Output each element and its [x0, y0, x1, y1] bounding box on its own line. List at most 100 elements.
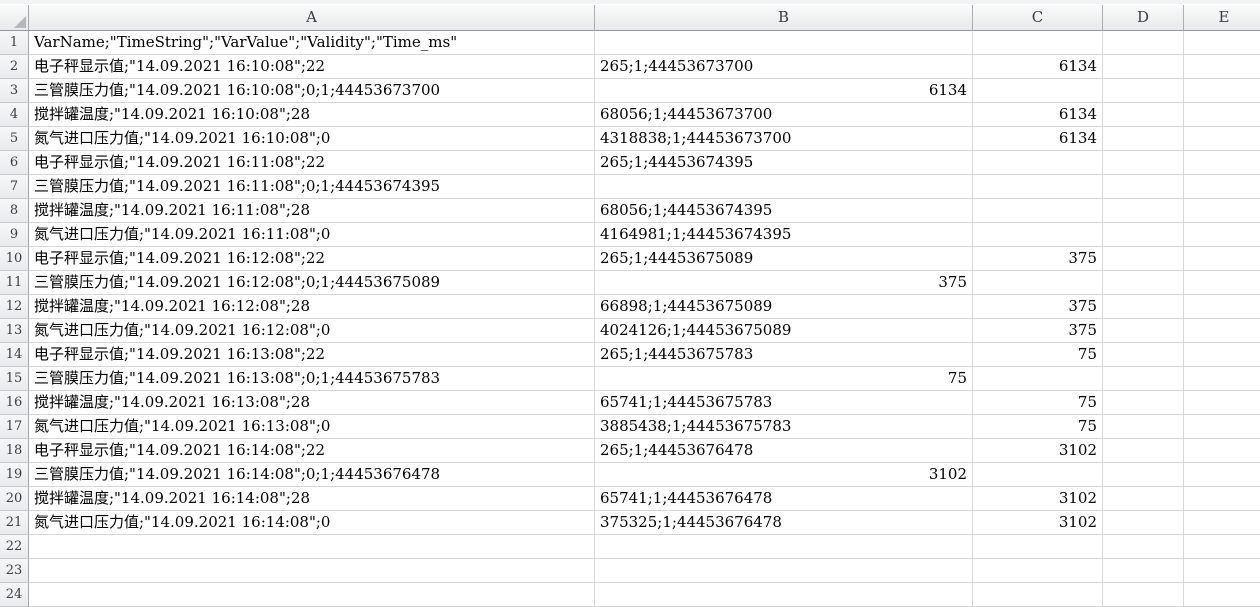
cell-E13[interactable]	[1184, 319, 1260, 343]
cell-D11[interactable]	[1103, 271, 1184, 295]
cell-D1[interactable]	[1103, 31, 1184, 55]
row-header-5[interactable]: 5	[0, 127, 29, 151]
cell-C19[interactable]	[973, 463, 1103, 487]
cell-E6[interactable]	[1184, 151, 1260, 175]
row-header-24[interactable]: 24	[0, 583, 29, 607]
cell-D7[interactable]	[1103, 175, 1184, 199]
cell-B1[interactable]	[595, 31, 973, 55]
cell-A19[interactable]: 三管膜压力值;"14.09.2021 16:14:08";0;1;4445367…	[29, 463, 595, 487]
cell-C1[interactable]	[973, 31, 1103, 55]
cell-A2[interactable]: 电子秤显示值;"14.09.2021 16:10:08";22	[29, 55, 595, 79]
cell-A20[interactable]: 搅拌罐温度;"14.09.2021 16:14:08";28	[29, 487, 595, 511]
cell-A23[interactable]	[29, 559, 595, 583]
cell-B13[interactable]: 4024126;1;44453675089	[595, 319, 973, 343]
column-header-D[interactable]: D	[1103, 5, 1184, 31]
column-header-A[interactable]: A	[29, 5, 595, 31]
row-header-2[interactable]: 2	[0, 55, 29, 79]
cell-C23[interactable]	[973, 559, 1103, 583]
cell-D24[interactable]	[1103, 583, 1184, 607]
cell-C3[interactable]	[973, 79, 1103, 103]
cell-C22[interactable]	[973, 535, 1103, 559]
cell-A11[interactable]: 三管膜压力值;"14.09.2021 16:12:08";0;1;4445367…	[29, 271, 595, 295]
cell-C21[interactable]: 3102	[973, 511, 1103, 535]
cell-A21[interactable]: 氮气进口压力值;"14.09.2021 16:14:08";0	[29, 511, 595, 535]
cell-C9[interactable]	[973, 223, 1103, 247]
cell-B9[interactable]: 4164981;1;44453674395	[595, 223, 973, 247]
select-all-corner[interactable]	[0, 5, 29, 31]
row-header-14[interactable]: 14	[0, 343, 29, 367]
cell-D3[interactable]	[1103, 79, 1184, 103]
cell-E22[interactable]	[1184, 535, 1260, 559]
cell-D6[interactable]	[1103, 151, 1184, 175]
cell-C12[interactable]: 375	[973, 295, 1103, 319]
cell-B21[interactable]: 375325;1;44453676478	[595, 511, 973, 535]
cell-B23[interactable]	[595, 559, 973, 583]
cell-B3[interactable]: 6134	[595, 79, 973, 103]
cell-A4[interactable]: 搅拌罐温度;"14.09.2021 16:10:08";28	[29, 103, 595, 127]
row-header-20[interactable]: 20	[0, 487, 29, 511]
cell-E19[interactable]	[1184, 463, 1260, 487]
cell-A13[interactable]: 氮气进口压力值;"14.09.2021 16:12:08";0	[29, 319, 595, 343]
cell-E11[interactable]	[1184, 271, 1260, 295]
cell-D12[interactable]	[1103, 295, 1184, 319]
cell-D2[interactable]	[1103, 55, 1184, 79]
cell-A17[interactable]: 氮气进口压力值;"14.09.2021 16:13:08";0	[29, 415, 595, 439]
row-header-7[interactable]: 7	[0, 175, 29, 199]
row-header-15[interactable]: 15	[0, 367, 29, 391]
cell-A22[interactable]	[29, 535, 595, 559]
cell-A7[interactable]: 三管膜压力值;"14.09.2021 16:11:08";0;1;4445367…	[29, 175, 595, 199]
cell-C14[interactable]: 75	[973, 343, 1103, 367]
cell-A10[interactable]: 电子秤显示值;"14.09.2021 16:12:08";22	[29, 247, 595, 271]
cell-C7[interactable]	[973, 175, 1103, 199]
cell-A6[interactable]: 电子秤显示值;"14.09.2021 16:11:08";22	[29, 151, 595, 175]
cell-D21[interactable]	[1103, 511, 1184, 535]
cell-B12[interactable]: 66898;1;44453675089	[595, 295, 973, 319]
cell-A24[interactable]	[29, 583, 595, 607]
row-header-4[interactable]: 4	[0, 103, 29, 127]
cell-A15[interactable]: 三管膜压力值;"14.09.2021 16:13:08";0;1;4445367…	[29, 367, 595, 391]
cell-C13[interactable]: 375	[973, 319, 1103, 343]
cell-B16[interactable]: 65741;1;44453675783	[595, 391, 973, 415]
cell-B22[interactable]	[595, 535, 973, 559]
cell-B10[interactable]: 265;1;44453675089	[595, 247, 973, 271]
column-header-E[interactable]: E	[1184, 5, 1260, 31]
cell-E10[interactable]	[1184, 247, 1260, 271]
cell-B15[interactable]: 75	[595, 367, 973, 391]
cell-C15[interactable]	[973, 367, 1103, 391]
cell-B5[interactable]: 4318838;1;44453673700	[595, 127, 973, 151]
cell-E20[interactable]	[1184, 487, 1260, 511]
cell-E12[interactable]	[1184, 295, 1260, 319]
row-header-19[interactable]: 19	[0, 463, 29, 487]
cell-D16[interactable]	[1103, 391, 1184, 415]
cell-E24[interactable]	[1184, 583, 1260, 607]
row-header-22[interactable]: 22	[0, 535, 29, 559]
cell-D5[interactable]	[1103, 127, 1184, 151]
cell-C4[interactable]: 6134	[973, 103, 1103, 127]
row-header-1[interactable]: 1	[0, 31, 29, 55]
row-header-10[interactable]: 10	[0, 247, 29, 271]
cell-A8[interactable]: 搅拌罐温度;"14.09.2021 16:11:08";28	[29, 199, 595, 223]
row-header-6[interactable]: 6	[0, 151, 29, 175]
cell-B17[interactable]: 3885438;1;44453675783	[595, 415, 973, 439]
row-header-11[interactable]: 11	[0, 271, 29, 295]
cell-E17[interactable]	[1184, 415, 1260, 439]
row-header-3[interactable]: 3	[0, 79, 29, 103]
cell-D8[interactable]	[1103, 199, 1184, 223]
cell-B14[interactable]: 265;1;44453675783	[595, 343, 973, 367]
cell-D22[interactable]	[1103, 535, 1184, 559]
row-header-18[interactable]: 18	[0, 439, 29, 463]
cell-B7[interactable]	[595, 175, 973, 199]
cell-A1[interactable]: VarName;"TimeString";"VarValue";"Validit…	[29, 31, 595, 55]
cell-C11[interactable]	[973, 271, 1103, 295]
row-header-12[interactable]: 12	[0, 295, 29, 319]
cell-E23[interactable]	[1184, 559, 1260, 583]
cell-B20[interactable]: 65741;1;44453676478	[595, 487, 973, 511]
cell-C10[interactable]: 375	[973, 247, 1103, 271]
cell-C24[interactable]	[973, 583, 1103, 607]
column-header-C[interactable]: C	[973, 5, 1103, 31]
cell-E9[interactable]	[1184, 223, 1260, 247]
cell-A5[interactable]: 氮气进口压力值;"14.09.2021 16:10:08";0	[29, 127, 595, 151]
cell-B18[interactable]: 265;1;44453676478	[595, 439, 973, 463]
cell-D17[interactable]	[1103, 415, 1184, 439]
cell-D13[interactable]	[1103, 319, 1184, 343]
